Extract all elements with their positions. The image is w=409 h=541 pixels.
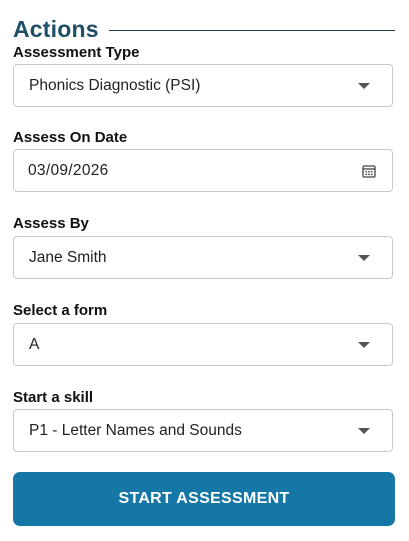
assessment-type-select[interactable]: Phonics Diagnostic (PSI): [13, 64, 393, 107]
start-assessment-button[interactable]: START ASSESSMENT: [13, 472, 395, 526]
chevron-down-icon: [358, 254, 370, 261]
chevron-down-icon: [358, 427, 370, 434]
assess-by-value: Jane Smith: [29, 248, 107, 266]
actions-section-header: Actions: [13, 14, 395, 44]
start-skill-value: P1 - Letter Names and Sounds: [29, 421, 242, 439]
chevron-down-icon: [358, 341, 370, 348]
calendar-icon[interactable]: [362, 164, 376, 178]
section-title: Actions: [13, 15, 99, 42]
start-skill-select[interactable]: P1 - Letter Names and Sounds: [13, 409, 393, 452]
assess-on-date-input[interactable]: 03/09/2026: [13, 149, 393, 192]
assess-on-date-label: Assess On Date: [13, 129, 128, 146]
assessment-type-label: Assessment Type: [13, 44, 140, 61]
assess-by-label: Assess By: [13, 215, 89, 232]
chevron-down-icon: [358, 82, 370, 89]
assessment-type-value: Phonics Diagnostic (PSI): [29, 76, 201, 94]
assess-on-date-value: 03/09/2026: [28, 161, 109, 179]
select-form-value: A: [29, 335, 40, 353]
section-divider: [108, 29, 395, 31]
select-form-select[interactable]: A: [13, 323, 393, 366]
assess-by-select[interactable]: Jane Smith: [13, 236, 393, 279]
select-form-label: Select a form: [13, 302, 108, 319]
start-skill-label: Start a skill: [13, 389, 94, 406]
